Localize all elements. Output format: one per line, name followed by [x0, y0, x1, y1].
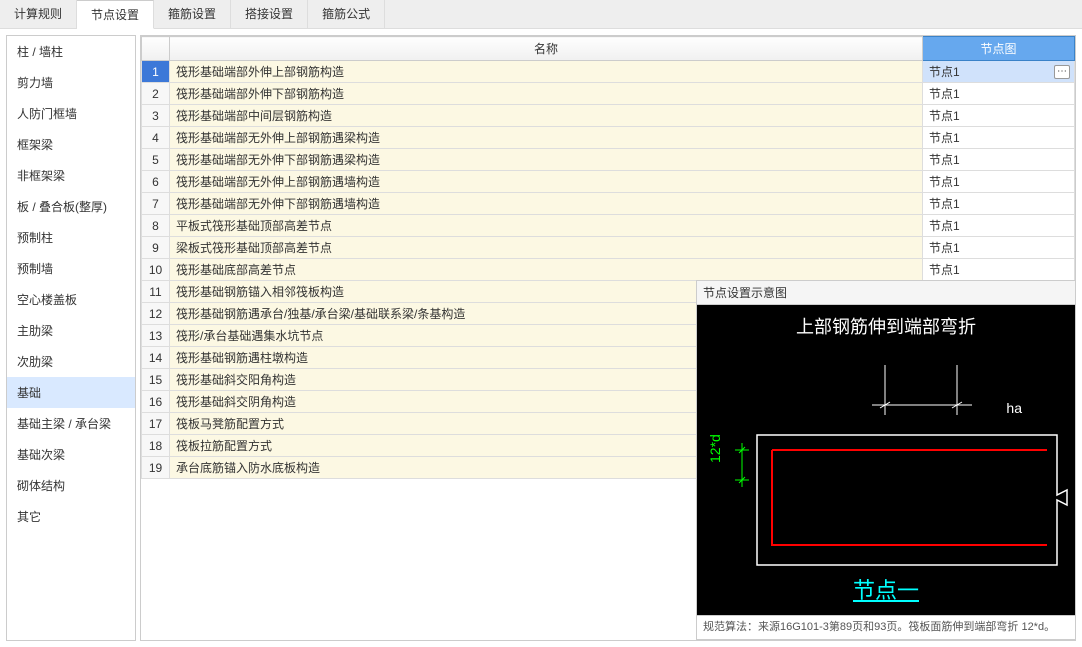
- sidebar-item-4[interactable]: 非框架梁: [7, 160, 135, 191]
- sidebar-item-9[interactable]: 主肋梁: [7, 315, 135, 346]
- name-cell[interactable]: 筏形基础底部高差节点: [170, 259, 923, 281]
- row-number[interactable]: 4: [142, 127, 170, 149]
- sidebar-item-2[interactable]: 人防门框墙: [7, 98, 135, 129]
- tab-1[interactable]: 节点设置: [77, 0, 154, 29]
- node-name-label[interactable]: 节点一: [697, 573, 1075, 605]
- sidebar-item-14[interactable]: 砌体结构: [7, 470, 135, 501]
- row-number[interactable]: 17: [142, 413, 170, 435]
- row-number[interactable]: 5: [142, 149, 170, 171]
- row-number[interactable]: 12: [142, 303, 170, 325]
- sidebar-item-10[interactable]: 次肋梁: [7, 346, 135, 377]
- value-cell[interactable]: 节点1: [923, 127, 1075, 149]
- row-number[interactable]: 16: [142, 391, 170, 413]
- value-cell[interactable]: 节点1: [923, 237, 1075, 259]
- name-cell[interactable]: 筏形基础端部无外伸上部钢筋遇梁构造: [170, 127, 923, 149]
- row-number[interactable]: 7: [142, 193, 170, 215]
- sidebar-item-11[interactable]: 基础: [7, 377, 135, 408]
- value-cell[interactable]: 节点1: [923, 83, 1075, 105]
- name-cell[interactable]: 平板式筏形基础顶部高差节点: [170, 215, 923, 237]
- table-row: 4筏形基础端部无外伸上部钢筋遇梁构造节点1: [142, 127, 1075, 149]
- table-row: 6筏形基础端部无外伸上部钢筋遇墙构造节点1: [142, 171, 1075, 193]
- value-cell[interactable]: 节点1: [923, 193, 1075, 215]
- row-number[interactable]: 14: [142, 347, 170, 369]
- value-cell[interactable]: 节点1: [923, 149, 1075, 171]
- sidebar-item-13[interactable]: 基础次梁: [7, 439, 135, 470]
- value-cell[interactable]: 节点1: [923, 171, 1075, 193]
- row-number[interactable]: 3: [142, 105, 170, 127]
- preview-footer: 规范算法：来源16G101-3第89页和93页。筏板面筋伸到端部弯折 12*d。: [697, 615, 1075, 639]
- label-12d: 12*d: [707, 434, 723, 463]
- name-header[interactable]: 名称: [170, 37, 923, 61]
- name-cell[interactable]: 筏形基础端部无外伸下部钢筋遇梁构造: [170, 149, 923, 171]
- sidebar-item-7[interactable]: 预制墙: [7, 253, 135, 284]
- row-number[interactable]: 15: [142, 369, 170, 391]
- row-number[interactable]: 10: [142, 259, 170, 281]
- row-number[interactable]: 9: [142, 237, 170, 259]
- name-cell[interactable]: 筏形基础端部外伸下部钢筋构造: [170, 83, 923, 105]
- label-ha: ha: [1006, 400, 1022, 416]
- sidebar-item-3[interactable]: 框架梁: [7, 129, 135, 160]
- diagram-title: 上部钢筋伸到端部弯折: [697, 313, 1075, 339]
- table-row: 2筏形基础端部外伸下部钢筋构造节点1: [142, 83, 1075, 105]
- sidebar-item-6[interactable]: 预制柱: [7, 222, 135, 253]
- row-number[interactable]: 2: [142, 83, 170, 105]
- preview-title: 节点设置示意图: [697, 281, 1075, 305]
- sidebar-item-8[interactable]: 空心楼盖板: [7, 284, 135, 315]
- value-cell[interactable]: 节点1: [923, 105, 1075, 127]
- sidebar-item-0[interactable]: 柱 / 墙柱: [7, 36, 135, 67]
- table-row: 8平板式筏形基础顶部高差节点节点1: [142, 215, 1075, 237]
- value-cell[interactable]: 节点1⋯: [923, 61, 1075, 83]
- value-cell[interactable]: 节点1: [923, 215, 1075, 237]
- table-row: 3筏形基础端部中间层钢筋构造节点1: [142, 105, 1075, 127]
- name-cell[interactable]: 筏形基础端部中间层钢筋构造: [170, 105, 923, 127]
- name-cell[interactable]: 筏形基础端部外伸上部钢筋构造: [170, 61, 923, 83]
- row-number-header: [142, 37, 170, 61]
- tab-0[interactable]: 计算规则: [0, 0, 77, 28]
- name-cell[interactable]: 筏形基础端部无外伸下部钢筋遇墙构造: [170, 193, 923, 215]
- row-number[interactable]: 19: [142, 457, 170, 479]
- category-sidebar: 柱 / 墙柱剪力墙人防门框墙框架梁非框架梁板 / 叠合板(整厚)预制柱预制墙空心…: [6, 35, 136, 641]
- tab-2[interactable]: 箍筋设置: [154, 0, 231, 28]
- table-row: 10筏形基础底部高差节点节点1: [142, 259, 1075, 281]
- row-number[interactable]: 1: [142, 61, 170, 83]
- row-number[interactable]: 13: [142, 325, 170, 347]
- name-cell[interactable]: 梁板式筏形基础顶部高差节点: [170, 237, 923, 259]
- tab-3[interactable]: 搭接设置: [231, 0, 308, 28]
- sidebar-item-1[interactable]: 剪力墙: [7, 67, 135, 98]
- table-row: 7筏形基础端部无外伸下部钢筋遇墙构造节点1: [142, 193, 1075, 215]
- sidebar-item-12[interactable]: 基础主梁 / 承台梁: [7, 408, 135, 439]
- name-cell[interactable]: 筏形基础端部无外伸上部钢筋遇墙构造: [170, 171, 923, 193]
- tab-4[interactable]: 箍筋公式: [308, 0, 385, 28]
- diagram-canvas: 上部钢筋伸到端部弯折 ha 12*d 节点一: [697, 305, 1075, 615]
- diagram-header[interactable]: 节点图: [923, 37, 1075, 61]
- table-row: 5筏形基础端部无外伸下部钢筋遇梁构造节点1: [142, 149, 1075, 171]
- row-number[interactable]: 8: [142, 215, 170, 237]
- ellipsis-button[interactable]: ⋯: [1054, 65, 1070, 79]
- sidebar-item-15[interactable]: 其它: [7, 501, 135, 532]
- sidebar-item-5[interactable]: 板 / 叠合板(整厚): [7, 191, 135, 222]
- preview-panel: 节点设置示意图 上部钢筋伸到端部弯折: [696, 280, 1076, 640]
- top-tabs: 计算规则节点设置箍筋设置搭接设置箍筋公式: [0, 0, 1082, 29]
- row-number[interactable]: 11: [142, 281, 170, 303]
- value-cell[interactable]: 节点1: [923, 259, 1075, 281]
- row-number[interactable]: 18: [142, 435, 170, 457]
- table-row: 9梁板式筏形基础顶部高差节点节点1: [142, 237, 1075, 259]
- row-number[interactable]: 6: [142, 171, 170, 193]
- table-row: 1筏形基础端部外伸上部钢筋构造节点1⋯: [142, 61, 1075, 83]
